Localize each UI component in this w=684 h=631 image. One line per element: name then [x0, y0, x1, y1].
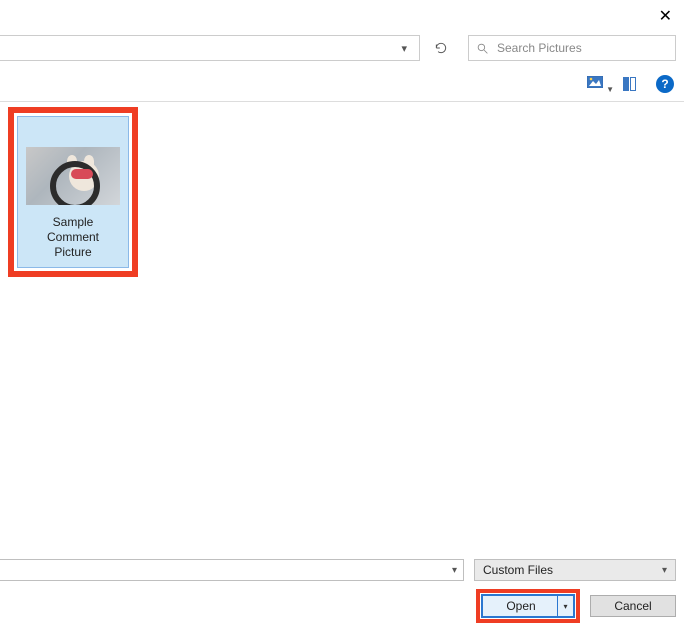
view-mode-button[interactable]: ▼ — [582, 72, 608, 96]
address-input[interactable]: ▾ — [0, 35, 420, 61]
file-type-filter-label: Custom Files — [483, 563, 553, 577]
close-icon[interactable]: ✕ — [659, 6, 672, 26]
address-bar-row: ▾ — [0, 34, 684, 62]
chevron-down-icon[interactable]: ▾ — [452, 565, 457, 576]
preview-pane-button[interactable] — [616, 72, 642, 96]
refresh-icon — [434, 41, 448, 55]
toolbar: ▼ ? — [0, 66, 684, 102]
file-thumbnail — [26, 147, 120, 205]
file-label-line: Picture — [47, 245, 99, 260]
file-open-dialog: ✕ ▾ ▼ ? — [0, 0, 684, 631]
search-box[interactable] — [468, 35, 676, 61]
picture-icon — [587, 76, 603, 91]
cancel-button-label: Cancel — [614, 599, 651, 613]
annotation-highlight: Sample Comment Picture — [8, 107, 138, 277]
refresh-button[interactable] — [426, 35, 456, 61]
file-label: Sample Comment Picture — [45, 215, 101, 260]
search-icon — [469, 42, 495, 55]
dialog-buttons: Open Cancel — [0, 589, 684, 623]
open-button[interactable]: Open — [482, 595, 574, 617]
filename-row: ▾ Custom Files ▾ — [0, 557, 684, 583]
chevron-down-icon: ▼ — [606, 85, 614, 94]
preview-pane-icon — [623, 77, 636, 91]
annotation-highlight: Open — [476, 589, 580, 623]
help-icon[interactable]: ? — [656, 75, 674, 93]
cancel-button[interactable]: Cancel — [590, 595, 676, 617]
file-list[interactable]: Sample Comment Picture — [0, 103, 684, 547]
file-item-selected[interactable]: Sample Comment Picture — [17, 116, 129, 268]
open-button-split[interactable] — [557, 596, 573, 616]
open-button-label: Open — [506, 599, 549, 613]
filename-input[interactable]: ▾ — [0, 559, 464, 581]
chevron-down-icon: ▾ — [662, 565, 667, 576]
file-type-filter[interactable]: Custom Files ▾ — [474, 559, 676, 581]
file-label-line: Comment — [47, 230, 99, 245]
search-input[interactable] — [495, 40, 675, 56]
chevron-down-icon[interactable]: ▾ — [397, 42, 411, 55]
file-label-line: Sample — [47, 215, 99, 230]
